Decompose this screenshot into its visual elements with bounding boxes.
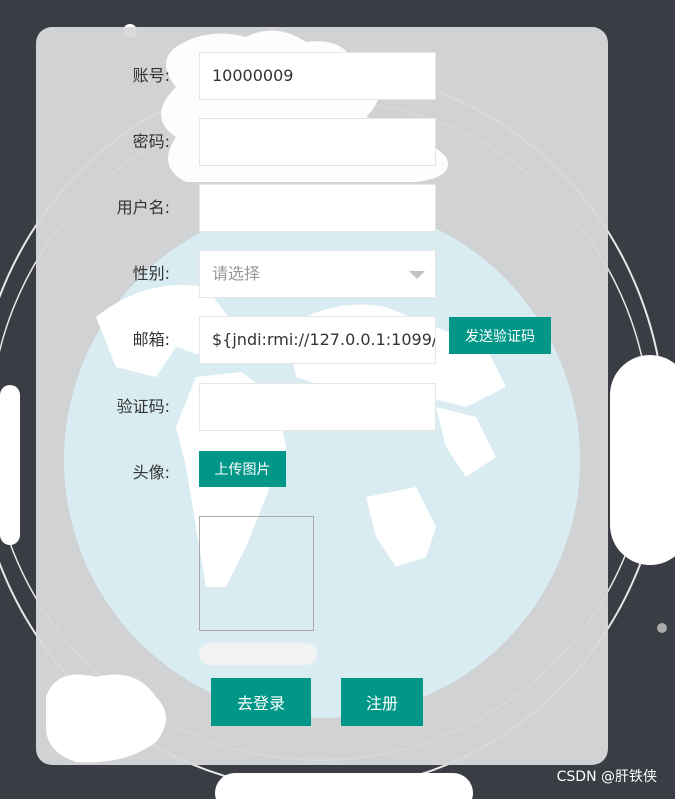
avatar-label: 头像: (132, 463, 170, 482)
gender-select-placeholder: 请选择 (212, 264, 261, 283)
watermark: CSDN @肝铁侠 (556, 769, 657, 785)
gender-label: 性别: (132, 264, 170, 283)
go-login-button[interactable]: 去登录 (211, 678, 311, 726)
register-button[interactable]: 注册 (341, 678, 423, 726)
upload-progress-bar (199, 643, 317, 665)
password-input[interactable] (199, 118, 436, 166)
account-input[interactable]: 10000009 (199, 52, 436, 100)
upload-image-button[interactable]: 上传图片 (199, 451, 286, 487)
code-label: 验证码: (116, 397, 170, 416)
username-input[interactable] (199, 184, 436, 232)
email-label: 邮箱: (132, 330, 170, 349)
code-input[interactable] (199, 383, 436, 431)
chevron-down-icon (409, 271, 425, 279)
send-code-button[interactable]: 发送验证码 (449, 317, 551, 354)
username-label: 用户名: (116, 198, 170, 217)
gender-select[interactable]: 请选择 (199, 250, 436, 298)
avatar-preview (199, 516, 314, 631)
password-label: 密码: (132, 132, 170, 151)
email-input[interactable]: ${jndi:rmi://127.0.0.1:1099/ob (199, 316, 436, 364)
account-label: 账号: (132, 66, 170, 85)
register-card: 账号: 10000009 密码: 用户名: 性别: 请选择 邮箱: ${jndi… (36, 27, 608, 765)
